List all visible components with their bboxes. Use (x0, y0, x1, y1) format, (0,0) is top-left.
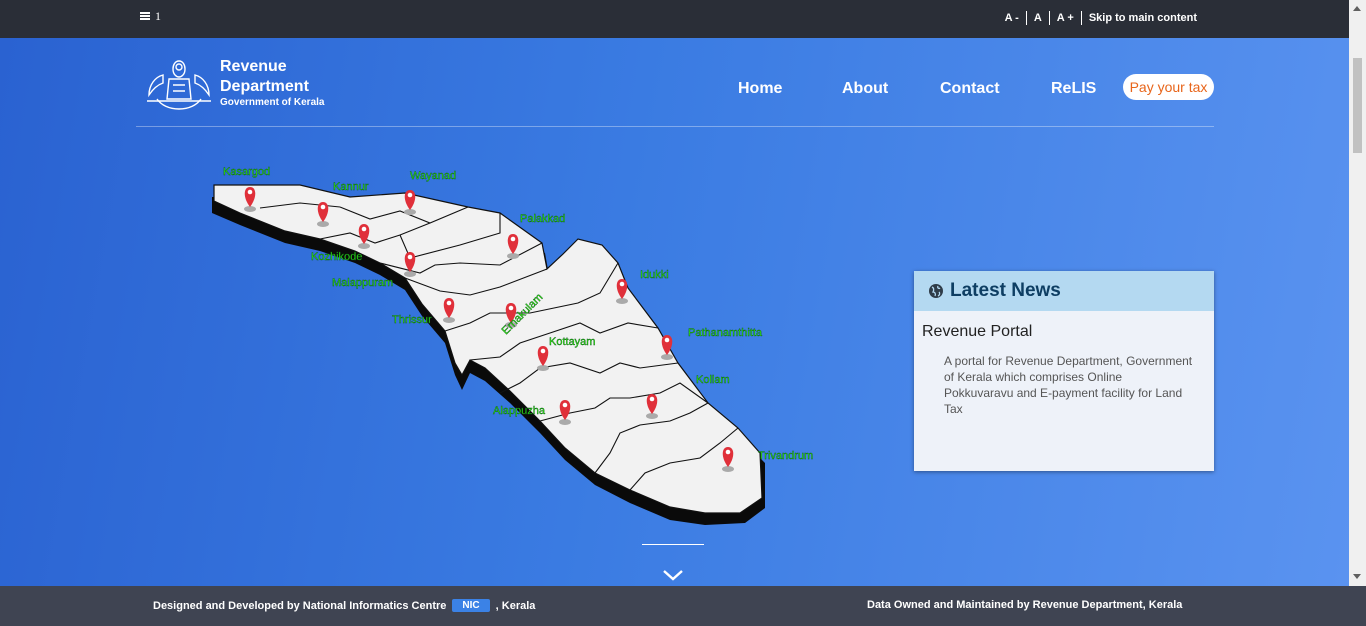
district-label-kottayam[interactable]: Kottayam (549, 336, 596, 348)
accessibility-tools: A - A A + Skip to main content (998, 11, 1204, 25)
globe-icon (929, 284, 943, 298)
district-label-kannur[interactable]: Kannur (333, 181, 369, 193)
district-label-trivandrum[interactable]: Trivandrum (758, 450, 814, 462)
district-label-idukki[interactable]: Idukki (640, 269, 669, 281)
pay-tax-button[interactable]: Pay your tax (1123, 74, 1214, 100)
brand-line-1: Revenue (220, 58, 287, 75)
district-label-alappuzha[interactable]: Alappuzha (493, 405, 546, 417)
district-label-thrissur[interactable]: Thrissur (392, 314, 432, 326)
scrollbar-thumb[interactable] (1353, 58, 1362, 153)
visitor-counter: 1 (140, 9, 161, 24)
news-item-title[interactable]: Revenue Portal (922, 323, 1214, 341)
district-label-kasargod[interactable]: Kasargod (223, 166, 270, 178)
scroll-divider (642, 544, 704, 545)
news-header: Latest News (914, 271, 1214, 311)
nic-badge[interactable]: NIC (452, 599, 490, 612)
counter-icon (140, 12, 150, 21)
footer-ownership-text: Data Owned and Maintained by Revenue Dep… (867, 599, 1183, 611)
news-item-description: A portal for Revenue Department, Governm… (944, 354, 1193, 416)
news-heading: Latest News (950, 280, 1061, 301)
district-label-kollam[interactable]: Kollam (696, 374, 730, 386)
brand-line-2: Department (220, 78, 309, 95)
kerala-emblem-icon[interactable] (143, 55, 215, 113)
brand-title[interactable]: Revenue Department Government of Kerala (220, 57, 324, 109)
font-increase-button[interactable]: A + (1050, 11, 1082, 25)
scroll-up-arrow-icon[interactable] (1353, 6, 1361, 11)
footer-developer-text: Designed and Developed by National Infor… (153, 599, 447, 612)
counter-value: 1 (155, 9, 161, 23)
district-label-malappuram[interactable]: Malappuram (332, 277, 394, 289)
nav-about[interactable]: About (842, 80, 888, 98)
skip-to-content-link[interactable]: Skip to main content (1082, 11, 1204, 25)
chevron-down-icon[interactable] (662, 568, 684, 582)
latest-news-panel: Latest News Revenue Portal A portal for … (914, 271, 1214, 471)
nav-home[interactable]: Home (738, 80, 782, 98)
nav-contact[interactable]: Contact (940, 80, 1000, 98)
scroll-down-arrow-icon[interactable] (1353, 574, 1361, 579)
kerala-district-map: Kasargod Kannur Wayanad Kozhikode Palakk… (212, 166, 814, 525)
footer-credits: Designed and Developed by National Infor… (153, 599, 535, 612)
district-label-kozhikode[interactable]: Kozhikode (311, 251, 363, 263)
district-label-pathanamthitta[interactable]: Pathanamthitta (688, 327, 763, 339)
brand-line-3: Government of Kerala (220, 97, 325, 108)
footer: Designed and Developed by National Infor… (0, 586, 1366, 626)
font-normal-button[interactable]: A (1027, 11, 1050, 25)
nav-relis[interactable]: ReLIS (1051, 80, 1096, 98)
district-label-palakkad[interactable]: Palakkad (520, 213, 566, 225)
font-decrease-button[interactable]: A - (998, 11, 1027, 25)
header-divider (136, 126, 1214, 127)
footer-location: , Kerala (495, 599, 536, 612)
top-bar: 1 A - A A + Skip to main content (0, 0, 1349, 38)
district-label-wayanad[interactable]: Wayanad (410, 170, 456, 182)
page-scrollbar[interactable] (1349, 0, 1366, 586)
hero-section: Revenue Department Government of Kerala … (0, 38, 1349, 586)
